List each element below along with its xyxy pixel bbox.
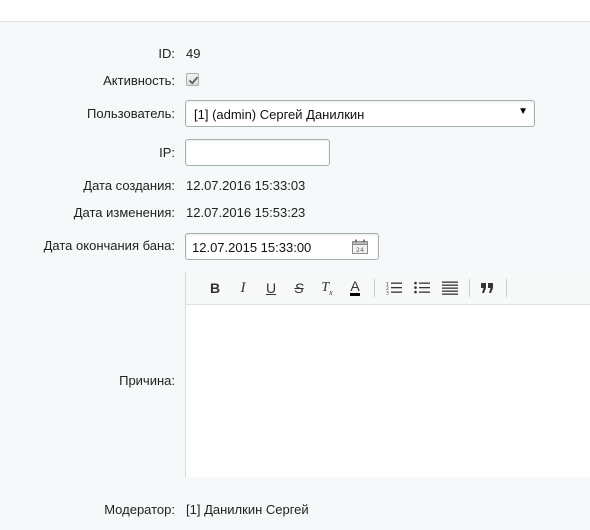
active-checkbox[interactable] (186, 73, 199, 86)
reason-text-area[interactable] (195, 305, 590, 470)
id-value: 49 (186, 46, 201, 61)
blockquote-button[interactable] (476, 277, 498, 299)
calendar-icon[interactable]: 24 (352, 239, 368, 254)
ban-end-date-field[interactable]: 12.07.2015 15:33:00 24 (185, 233, 379, 260)
remove-format-t: T (321, 279, 330, 295)
italic-icon: I (240, 279, 246, 296)
justify-icon (442, 281, 458, 295)
text-color-button[interactable]: A (344, 277, 366, 299)
user-select[interactable]: [1] (admin) Сергей Данилкин ▼ (185, 100, 535, 127)
strikethrough-icon: S (294, 280, 304, 296)
text-color-icon: A (350, 278, 360, 296)
remove-format-x: x (329, 287, 333, 297)
bold-button[interactable]: B (204, 277, 226, 299)
bold-icon: B (209, 280, 221, 296)
reason-editor: B I U S Tx A 1 2 3 (185, 272, 590, 477)
svg-text:24: 24 (356, 246, 364, 254)
editor-toolbar: B I U S Tx A 1 2 3 (186, 272, 590, 305)
remove-format-icon: Tx (321, 280, 332, 297)
svg-text:3: 3 (386, 291, 389, 296)
user-select-value: [1] (admin) Сергей Данилкин (194, 107, 365, 122)
justify-button[interactable] (439, 277, 461, 299)
strikethrough-button[interactable]: S (288, 277, 310, 299)
reason-label: Причина: (119, 373, 175, 388)
toolbar-separator (469, 279, 470, 297)
quote-icon (480, 282, 493, 293)
user-label: Пользователь: (87, 106, 175, 121)
moderator-value: [1] Данилкин Сергей (186, 502, 309, 517)
created-label: Дата создания: (83, 178, 175, 193)
ip-input[interactable] (185, 139, 330, 166)
underline-button[interactable]: U (260, 277, 282, 299)
remove-format-button[interactable]: Tx (316, 277, 338, 299)
bullet-list-icon (414, 281, 430, 294)
modified-label: Дата изменения: (73, 205, 175, 220)
dropdown-arrow-icon: ▼ (518, 106, 528, 117)
ip-label: IP: (159, 145, 175, 160)
created-value: 12.07.2016 15:33:03 (186, 178, 306, 193)
toolbar-separator (374, 279, 375, 297)
toolbar-separator (506, 279, 507, 297)
ordered-list-icon: 1 2 3 (386, 282, 402, 296)
underline-icon: U (265, 280, 277, 296)
ban-end-date-value: 12.07.2015 15:33:00 (192, 240, 312, 255)
moderator-label: Модератор: (104, 502, 175, 517)
active-label: Активность: (103, 73, 175, 88)
id-label: ID: (158, 46, 175, 61)
top-bar (0, 0, 590, 22)
modified-value: 12.07.2016 15:53:23 (186, 205, 306, 220)
ordered-list-button[interactable]: 1 2 3 (383, 277, 405, 299)
checkmark-icon (188, 76, 199, 85)
italic-button[interactable]: I (232, 277, 254, 299)
bullet-list-button[interactable] (411, 277, 433, 299)
ban-end-label: Дата окончания бана: (43, 238, 175, 253)
